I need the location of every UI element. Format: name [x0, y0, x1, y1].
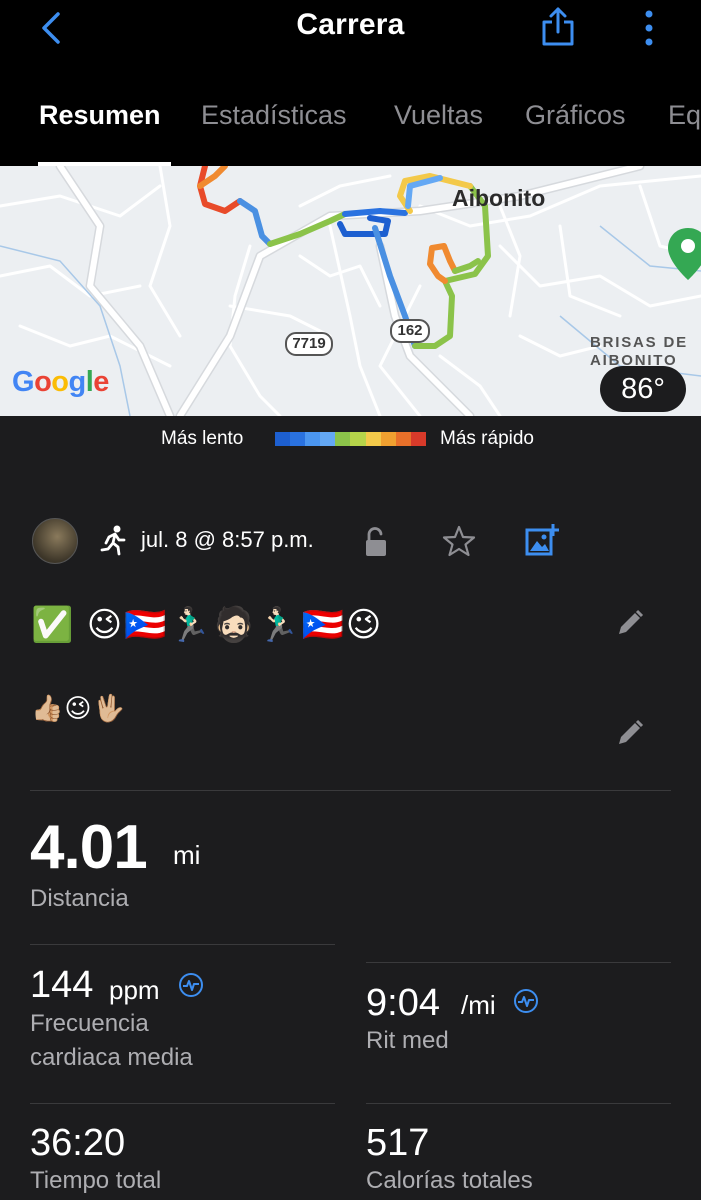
legend-color-swatch [320, 432, 336, 446]
tab-equipo[interactable]: Eq [668, 100, 701, 131]
divider [30, 790, 671, 791]
activity-description: 👍🏼😉🖖🏼 [31, 693, 126, 723]
legend-color-swatch [410, 432, 426, 446]
activity-title: ✅ 😉🇵🇷🏃🏻‍♂️🧔🏻🏃🏻‍♂️🇵🇷😉 [31, 606, 384, 644]
share-icon[interactable] [538, 4, 578, 48]
avatar[interactable] [32, 518, 78, 564]
legend-color-swatch [350, 432, 366, 446]
distance-label: Distancia [30, 885, 129, 912]
heart-rate-value: 144 [30, 964, 94, 1006]
tab-estadisticas[interactable]: Estadísticas [201, 100, 347, 131]
divider [30, 944, 335, 945]
google-logo: Google [12, 366, 109, 398]
legend-fast-label: Más rápido [440, 428, 534, 449]
heart-rate-unit: ppm [109, 975, 160, 1005]
edit-title-pencil-icon[interactable] [615, 608, 645, 638]
legend-color-swatch [365, 432, 381, 446]
favorite-star-icon[interactable] [442, 524, 476, 558]
heart-rate-monitor-icon[interactable] [178, 972, 204, 998]
divider [366, 1103, 671, 1104]
pace-monitor-icon[interactable] [513, 988, 539, 1014]
town-label: Aibonito [452, 185, 546, 211]
legend-slow-label: Más lento [161, 428, 244, 449]
tab-graficos[interactable]: Gráficos [525, 100, 626, 131]
divider [366, 962, 671, 963]
legend-color-swatch [305, 432, 321, 446]
calories-value: 517 [366, 1122, 430, 1164]
route-map[interactable]: Aibonito BRISAS DE AIBONITO 7719 162 Goo… [0, 166, 701, 416]
more-options-icon[interactable] [634, 6, 664, 50]
legend-color-swatch [395, 432, 411, 446]
total-time-label: Tiempo total [30, 1167, 162, 1194]
road-shield-162: 162 [390, 319, 430, 343]
road-shield-7719: 7719 [285, 332, 333, 356]
unlock-icon[interactable] [362, 526, 390, 558]
pace-color-scale [275, 432, 426, 446]
top-header: Carrera Resumen Estadísticas Vueltas Grá… [0, 0, 701, 166]
temperature-badge: 86° [600, 366, 686, 412]
legend-color-swatch [380, 432, 396, 446]
distance-value: 4.01 [30, 813, 148, 882]
legend-color-swatch [335, 432, 351, 446]
tab-resumen[interactable]: Resumen [39, 100, 161, 131]
running-icon [100, 525, 126, 556]
calories-label: Calorías totales [366, 1167, 533, 1194]
tab-bar: Resumen Estadísticas Vueltas Gráficos Eq [0, 96, 701, 166]
pace-label: Rit med [366, 1027, 449, 1054]
add-photo-icon[interactable] [524, 522, 560, 558]
distance-unit: mi [173, 840, 201, 870]
pace-legend: Más lento Más rápido [0, 416, 701, 462]
total-time-value: 36:20 [30, 1122, 126, 1164]
page-title: Carrera [296, 8, 405, 41]
heart-rate-label: Frecuencia cardiaca media [30, 1010, 193, 1071]
pace-value: 9:04 [366, 982, 440, 1024]
activity-date: jul. 8 @ 8:57 p.m. [141, 527, 314, 552]
district-label: BRISAS DE AIBONITO [590, 334, 688, 369]
divider [30, 1103, 335, 1104]
legend-color-swatch [275, 432, 291, 446]
tab-vueltas[interactable]: Vueltas [394, 100, 483, 131]
edit-description-pencil-icon[interactable] [615, 718, 645, 748]
pace-unit: /mi [461, 990, 496, 1020]
legend-color-swatch [290, 432, 306, 446]
